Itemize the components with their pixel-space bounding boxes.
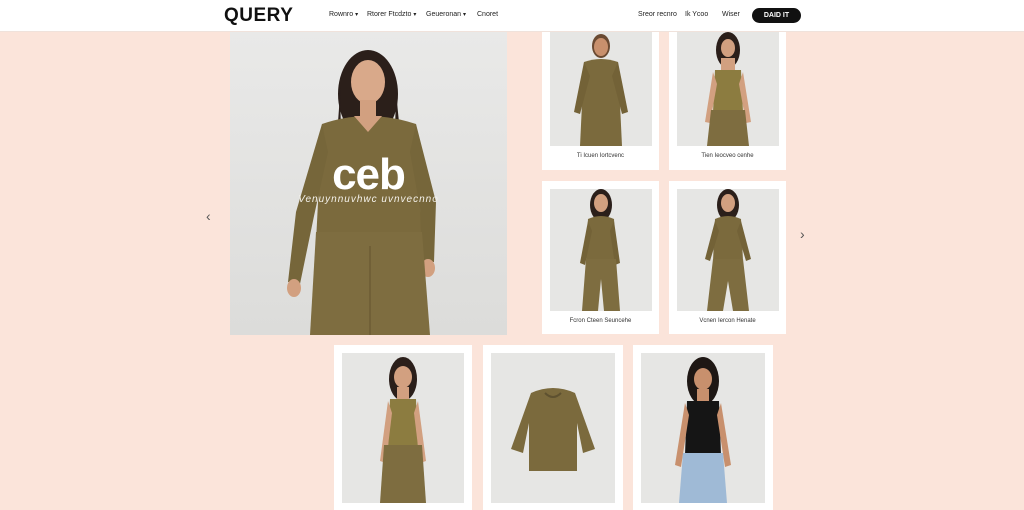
chevron-down-icon: ▾	[355, 12, 359, 18]
chevron-left-icon[interactable]: ‹	[206, 208, 211, 224]
product-image	[550, 32, 652, 146]
hero-title: ceb	[332, 150, 406, 199]
nav-item-label: Geueronan	[426, 11, 462, 18]
product-card[interactable]: Tien Ieocveo cenhe	[669, 32, 786, 170]
product-card[interactable]: Ti Icuen Iortcvenc	[542, 32, 659, 170]
chevron-down-icon: ▾	[413, 12, 417, 18]
nav-item-3[interactable]: Geueronan ▾	[426, 11, 466, 18]
header-link-1[interactable]: Sreor recnro	[638, 11, 677, 18]
hero-banner[interactable]: ceb Venuynnuvhwc uvnvecnno	[230, 32, 507, 335]
product-name: Tien Ieocveo cenhe	[701, 153, 754, 159]
hero-subtitle: Venuynnuvhwc uvnvecnno	[298, 194, 439, 205]
nav-item-label: Cnoret	[477, 11, 499, 18]
top-nav-bar: QUERY Rownro ▾ Rtorer Ftcdzto ▾ Geueronan ▾…	[0, 0, 1024, 32]
nav-item-4[interactable]: Cnoret	[477, 11, 498, 18]
product-image	[677, 32, 779, 146]
product-card[interactable]: Vcnen Iercon Henate	[669, 181, 786, 334]
chevron-down-icon: ▾	[463, 12, 467, 18]
product-name: Ti Icuen Iortcvenc	[576, 153, 625, 159]
header-link-3[interactable]: Wiser	[722, 11, 740, 18]
nav-item-label: Rownro	[329, 11, 354, 18]
cta-button[interactable]: DAID IT	[752, 8, 801, 23]
brand-logo[interactable]: QUERY	[224, 5, 293, 27]
product-image	[677, 189, 779, 311]
product-image	[491, 353, 615, 503]
product-image	[342, 353, 464, 503]
product-card[interactable]: Fcron Cteen Seuncehe	[542, 181, 659, 334]
nav-item-label: Rtorer Ftcdzto	[367, 11, 412, 18]
product-name: Fcron Cteen Seuncehe	[569, 318, 632, 324]
product-image	[641, 353, 765, 503]
product-card[interactable]	[633, 345, 773, 510]
product-name: Vcnen Iercon Henate	[699, 318, 756, 324]
nav-item-1[interactable]: Rownro ▾	[329, 11, 358, 18]
header-link-2[interactable]: Ik Ycoo	[685, 11, 708, 18]
product-card[interactable]	[334, 345, 472, 510]
product-image	[550, 189, 652, 311]
product-card[interactable]	[483, 345, 623, 510]
chevron-right-icon[interactable]: ›	[800, 226, 805, 242]
nav-item-2[interactable]: Rtorer Ftcdzto ▾	[367, 11, 416, 18]
